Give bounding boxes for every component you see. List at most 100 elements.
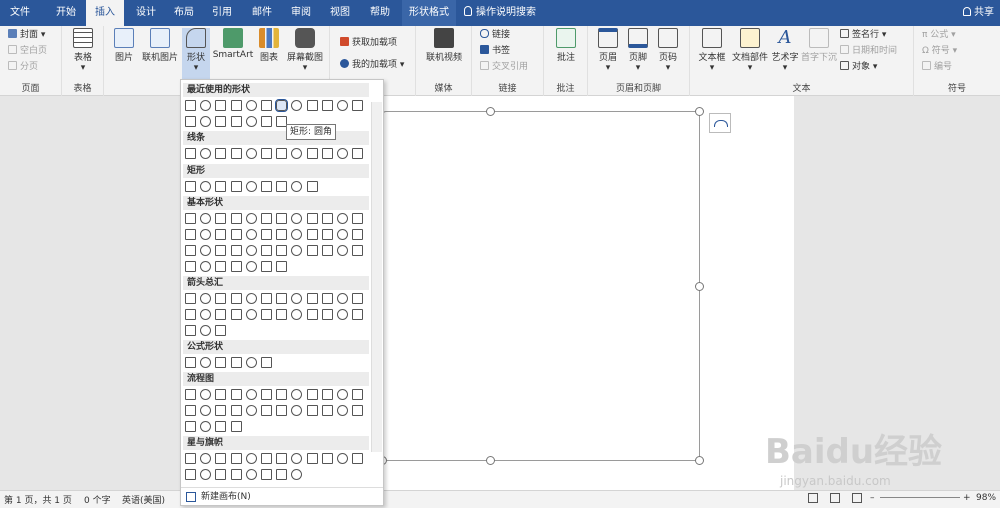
shape-gallery-item[interactable]	[200, 229, 212, 240]
shape-gallery-item[interactable]	[276, 453, 288, 464]
shape-gallery-item[interactable]	[245, 245, 257, 256]
equation-button[interactable]: π 公式 ▾	[922, 28, 956, 42]
shape-gallery-item[interactable]	[185, 421, 196, 432]
shape-gallery-item[interactable]	[185, 245, 196, 256]
shape-gallery-item[interactable]	[276, 309, 288, 320]
shape-gallery-item[interactable]	[215, 100, 227, 111]
shape-gallery-item[interactable]	[185, 100, 196, 111]
link-button[interactable]: 链接	[480, 28, 510, 42]
shape-gallery-item[interactable]	[337, 309, 348, 320]
cover-button[interactable]: 封面 ▾	[8, 28, 45, 42]
shape-gallery-item[interactable]	[276, 389, 288, 400]
shape-gallery-item[interactable]	[230, 453, 242, 464]
shape-gallery-item[interactable]	[215, 421, 227, 432]
shape-gallery-item[interactable]	[337, 229, 348, 240]
shape-gallery-item[interactable]	[291, 245, 303, 256]
shape-gallery-item[interactable]	[306, 389, 318, 400]
screenshot-button[interactable]: 屏幕截图 ▾	[284, 28, 326, 73]
shape-gallery-item[interactable]	[306, 293, 318, 304]
date-time-button[interactable]: 日期和时间	[840, 44, 897, 58]
shape-gallery-item[interactable]	[230, 261, 242, 272]
shape-gallery-item[interactable]	[245, 181, 257, 192]
shape-gallery-item[interactable]	[291, 309, 303, 320]
footer-button[interactable]: 页脚 ▾	[624, 28, 652, 73]
shape-gallery-item[interactable]	[245, 100, 257, 111]
shape-gallery-item[interactable]	[185, 357, 196, 368]
smartart-button[interactable]: SmartArt	[212, 28, 254, 60]
shape-gallery-item[interactable]	[261, 469, 272, 480]
object-button[interactable]: 对象 ▾	[840, 60, 877, 74]
shape-gallery-item[interactable]	[185, 389, 196, 400]
shape-gallery-item[interactable]	[215, 325, 227, 336]
blank-page-button[interactable]: 空白页	[8, 44, 47, 58]
shape-gallery-item[interactable]	[337, 405, 348, 416]
my-addins-button[interactable]: 我的加载项 ▾	[340, 58, 404, 72]
shape-gallery-item[interactable]	[200, 116, 212, 127]
shape-gallery-item[interactable]	[261, 213, 272, 224]
shape-gallery-item[interactable]	[261, 245, 272, 256]
numbering-button[interactable]: 编号	[922, 60, 952, 74]
shape-gallery-item[interactable]	[275, 99, 289, 112]
shape-gallery-item[interactable]	[306, 148, 318, 159]
shape-gallery-item[interactable]	[337, 148, 348, 159]
textbox-button[interactable]: 文本框 ▾	[694, 28, 730, 73]
tab-file[interactable]: 文件	[0, 0, 40, 26]
resize-handle-bottom[interactable]	[486, 456, 495, 465]
shape-gallery-item[interactable]	[261, 100, 272, 111]
shape-gallery-item[interactable]	[215, 213, 227, 224]
table-button[interactable]: 表格 ▾	[70, 28, 96, 73]
shape-gallery-item[interactable]	[215, 469, 227, 480]
shape-gallery-item[interactable]	[230, 309, 242, 320]
shape-gallery-item[interactable]	[291, 389, 303, 400]
shape-gallery-item[interactable]	[245, 309, 257, 320]
shape-gallery-item[interactable]	[230, 293, 242, 304]
shape-gallery-item[interactable]	[185, 181, 196, 192]
shape-gallery-item[interactable]	[200, 421, 212, 432]
shape-gallery-item[interactable]	[276, 261, 288, 272]
shape-gallery-item[interactable]	[200, 357, 212, 368]
shape-gallery-item[interactable]	[245, 453, 257, 464]
tab-review[interactable]: 审阅	[283, 0, 319, 26]
shape-gallery-item[interactable]	[230, 100, 242, 111]
shape-gallery-item[interactable]	[200, 261, 212, 272]
shape-gallery-item[interactable]	[261, 229, 272, 240]
shape-gallery-item[interactable]	[245, 213, 257, 224]
shape-gallery-item[interactable]	[352, 293, 364, 304]
shape-gallery-item[interactable]	[306, 453, 318, 464]
shape-gallery-item[interactable]	[352, 229, 364, 240]
shape-gallery-item[interactable]	[185, 213, 196, 224]
shape-gallery-item[interactable]	[215, 245, 227, 256]
shape-gallery-item[interactable]	[306, 405, 318, 416]
shape-gallery-item[interactable]	[185, 453, 196, 464]
word-count[interactable]: 0 个字	[84, 493, 111, 506]
resize-handle-right[interactable]	[695, 282, 704, 291]
shape-gallery-item[interactable]	[230, 245, 242, 256]
tab-insert[interactable]: 插入	[86, 0, 124, 26]
page-count[interactable]: 第 1 页，共 1 页	[4, 493, 72, 506]
shape-gallery-item[interactable]	[276, 213, 288, 224]
symbol-button[interactable]: Ω 符号 ▾	[922, 44, 957, 58]
comment-button[interactable]: 批注	[552, 28, 580, 63]
shape-gallery-item[interactable]	[306, 245, 318, 256]
shape-gallery-item[interactable]	[306, 229, 318, 240]
shape-gallery-item[interactable]	[276, 229, 288, 240]
shape-gallery-item[interactable]	[215, 261, 227, 272]
shape-gallery-item[interactable]	[321, 245, 333, 256]
shape-gallery-item[interactable]	[261, 261, 272, 272]
shape-gallery-item[interactable]	[261, 148, 272, 159]
share-button[interactable]: 共享	[963, 0, 994, 26]
quick-parts-button[interactable]: 文档部件 ▾	[730, 28, 770, 73]
page-break-button[interactable]: 分页	[8, 60, 38, 74]
tab-help[interactable]: 帮助	[362, 0, 398, 26]
shape-gallery-item[interactable]	[352, 309, 364, 320]
shape-gallery-item[interactable]	[261, 357, 272, 368]
shape-gallery-item[interactable]	[185, 469, 196, 480]
shape-gallery-item[interactable]	[337, 293, 348, 304]
shape-gallery-item[interactable]	[337, 453, 348, 464]
language-indicator[interactable]: 英语(美国)	[122, 493, 165, 506]
shape-gallery-item[interactable]	[291, 469, 303, 480]
tab-shape-format[interactable]: 形状格式	[402, 0, 456, 26]
drop-cap-button[interactable]: 首字下沉	[800, 28, 838, 63]
shape-gallery-item[interactable]	[230, 357, 242, 368]
shape-gallery-item[interactable]	[321, 309, 333, 320]
